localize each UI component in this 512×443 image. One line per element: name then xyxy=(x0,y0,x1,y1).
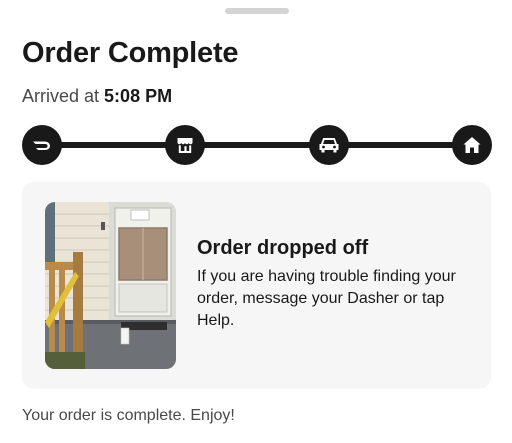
dropoff-message: Order dropped off If you are having trou… xyxy=(197,237,482,332)
home-icon xyxy=(462,135,482,155)
dropoff-body: If you are having trouble finding your o… xyxy=(197,268,456,329)
order-status-sheet: Order Complete Arrived at 5:08 PM Order … xyxy=(0,0,512,443)
dropoff-photo[interactable] xyxy=(45,202,176,369)
delivery-progress-tracker xyxy=(22,125,492,165)
dropoff-card: Order dropped off If you are having trou… xyxy=(22,182,491,389)
progress-line xyxy=(42,142,472,148)
store-icon xyxy=(175,135,195,155)
sheet-drag-handle[interactable] xyxy=(225,8,289,14)
doordash-logo-icon xyxy=(31,138,53,152)
arrival-time: 5:08 PM xyxy=(104,86,173,106)
arrival-label: Arrived at xyxy=(22,86,100,106)
car-icon xyxy=(318,136,340,154)
arrival-time-row: Arrived at 5:08 PM xyxy=(22,86,172,107)
step-car xyxy=(309,125,349,165)
dropoff-title: Order dropped off xyxy=(197,237,369,259)
step-dasher xyxy=(22,125,62,165)
step-store xyxy=(165,125,205,165)
step-home xyxy=(452,125,492,165)
page-title: Order Complete xyxy=(22,37,239,69)
completion-message: Your order is complete. Enjoy! xyxy=(22,407,235,424)
